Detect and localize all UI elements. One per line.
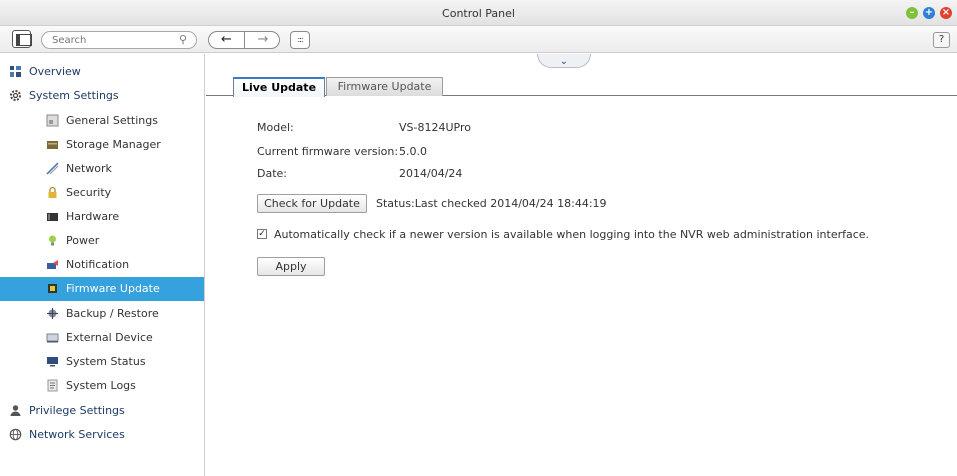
sidebar-item-label: System Settings [29,89,119,102]
storage-manager-icon [47,141,58,149]
navigation-buttons: ← → [208,31,280,49]
maximize-button[interactable]: + [923,7,935,19]
sidebar-item-overview[interactable]: Overview [0,60,204,84]
sidebar-item-label: Security [66,186,112,199]
date-value: 2014/04/24 [399,167,463,180]
lock-icon [48,186,57,198]
sidebar-item-label: Hardware [66,210,120,223]
sidebar-item-label: Notification [66,258,130,271]
overview-icon [10,66,21,77]
logs-icon [47,379,58,392]
sidebar-item-label: System Status [66,355,146,368]
tab-firmware-update[interactable]: Firmware Update [326,77,443,96]
sidebar-item-storage-manager[interactable]: Storage Manager [0,133,204,157]
model-value: VS-8124UPro [399,121,471,134]
tab-bar: Live Update Firmware Update [206,74,957,97]
apps-grid-button[interactable]: ::: [290,31,310,49]
sidebar-item-power[interactable]: Power [0,229,204,253]
main-content: ⌄ Live Update Firmware Update Model: VS-… [206,54,957,476]
sidebar-item-label: Overview [29,65,81,78]
auto-check-label[interactable]: Automatically check if a newer version i… [274,228,869,241]
sidebar-item-label: Firmware Update [66,282,160,295]
minimize-button[interactable]: – [906,7,918,19]
sidebar-item-label: General Settings [66,114,158,127]
forward-button[interactable]: → [245,32,279,48]
sidebar-item-system-status[interactable]: System Status [0,350,204,374]
sidebar: Overview System Settings General Setting… [0,54,205,476]
gear-icon [10,90,21,101]
sidebar-item-security[interactable]: Security [0,181,204,205]
sidebar-item-backup-restore[interactable]: Backup / Restore [0,302,204,326]
date-label: Date: [257,167,287,180]
search-input[interactable] [52,34,172,47]
sidebar-item-label: Storage Manager [66,138,161,151]
search-icon[interactable]: ⚲ [179,33,187,46]
backup-icon [47,308,58,319]
hardware-icon [47,213,58,221]
sidebar-item-label: Network Services [29,428,125,441]
tab-live-update[interactable]: Live Update [233,77,325,97]
sidebar-item-general-settings[interactable]: General Settings [0,109,204,133]
back-button[interactable]: ← [209,32,245,48]
power-bulb-icon [49,235,56,246]
auto-check-checkbox[interactable]: ✓ [257,229,267,239]
general-settings-icon [46,114,59,127]
sidebar-item-network[interactable]: Network [0,157,204,181]
sidebar-item-label: Power [66,234,100,247]
monitor-icon [47,357,58,367]
sidebar-item-external-device[interactable]: External Device [0,326,204,350]
sidebar-item-label: Network [66,162,112,175]
control-panel-window: Control Panel – + × ⚲ ← → ::: ? Overview [0,0,957,476]
notification-icon [47,260,58,269]
globe-icon [9,428,22,441]
close-button[interactable]: × [940,7,952,19]
window-title: Control Panel [442,7,515,20]
search-box[interactable]: ⚲ [41,31,197,49]
sidebar-item-system-settings[interactable]: System Settings [0,84,204,108]
chevron-down-icon: ⌄ [559,56,569,67]
network-icon [46,162,59,175]
check-for-update-button[interactable]: Check for Update [257,194,367,213]
collapse-handle[interactable]: ⌄ [537,54,591,68]
apply-button[interactable]: Apply [257,257,325,276]
sidebar-item-privilege-settings[interactable]: Privilege Settings [0,399,204,423]
sidebar-item-hardware[interactable]: Hardware [0,205,204,229]
sidebar-item-label: System Logs [66,379,136,392]
sidebar-item-label: Privilege Settings [29,404,125,417]
sidebar-item-label: Backup / Restore [66,307,159,320]
user-icon [10,405,21,416]
help-button[interactable]: ? [933,32,950,48]
sidebar-toggle-icon[interactable] [12,30,32,48]
sidebar-item-network-services[interactable]: Network Services [0,423,204,447]
firmware-chip-icon [48,284,57,293]
toolbar: ⚲ ← → ::: ? [0,26,957,53]
external-device-icon [46,333,59,343]
firmware-version-label: Current firmware version: [257,145,399,158]
status-text: Status:Last checked 2014/04/24 18:44:19 [376,197,607,210]
firmware-version-value: 5.0.0 [399,145,427,158]
sidebar-item-notification[interactable]: Notification [0,253,204,277]
sidebar-item-system-logs[interactable]: System Logs [0,374,204,398]
model-label: Model: [257,121,294,134]
title-bar: Control Panel – + × [0,0,957,26]
sidebar-item-label: External Device [66,331,153,344]
sidebar-item-firmware-update[interactable]: Firmware Update [0,277,204,301]
